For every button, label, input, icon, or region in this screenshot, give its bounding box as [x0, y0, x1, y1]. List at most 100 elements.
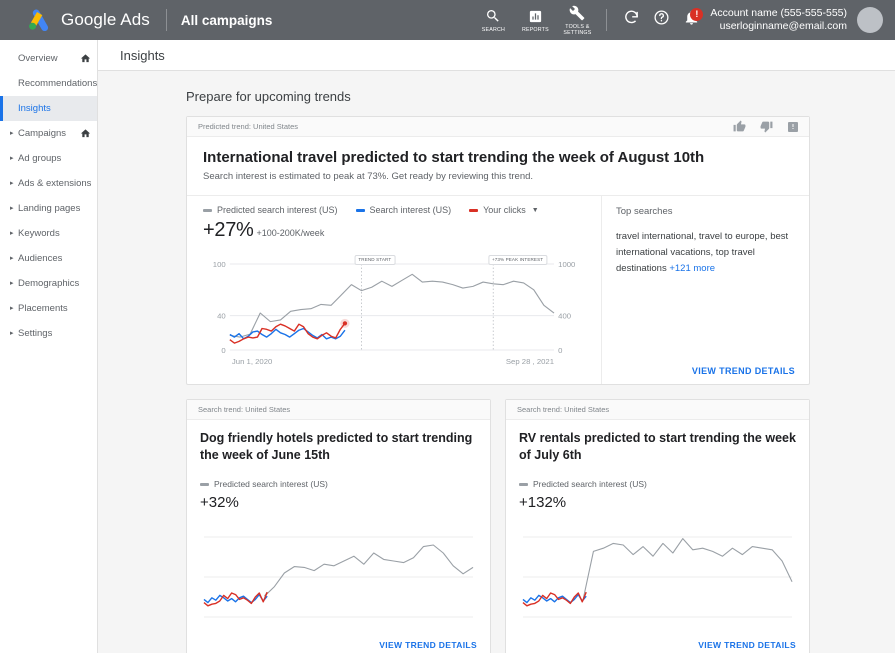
search-icon	[485, 8, 501, 25]
refresh-icon	[623, 9, 640, 31]
trend-headline: Dog friendly hotels predicted to start t…	[200, 430, 477, 464]
search-trend-card: Search trend: United StatesDog friendly …	[186, 399, 491, 653]
thumb-up-icon[interactable]	[733, 120, 746, 133]
sidebar-item-ad-groups[interactable]: ▸Ad groups	[0, 146, 97, 171]
refresh-button[interactable]	[616, 9, 646, 31]
view-trend-details-link[interactable]: VIEW TREND DETAILS	[519, 634, 796, 653]
view-trend-details-link[interactable]: VIEW TREND DETAILS	[616, 366, 795, 376]
metric-row: +27% +100-200K/week	[187, 215, 601, 242]
svg-text:1000: 1000	[558, 260, 575, 269]
reports-button[interactable]: REPORTS	[514, 8, 556, 33]
avatar[interactable]	[857, 7, 883, 33]
chart-annotation-label: TREND START	[354, 255, 395, 265]
search-button[interactable]: SEARCH	[472, 8, 514, 33]
expand-arrow-icon[interactable]: ▸	[10, 205, 18, 212]
sidebar-item-settings[interactable]: ▸Settings	[0, 321, 97, 346]
card-header-label: Predicted trend: United States	[198, 122, 298, 131]
body-wrapper: OverviewRecommendationsInsights▸Campaign…	[0, 40, 895, 653]
chart-legend: Predicted search interest (US)	[519, 479, 796, 489]
expand-arrow-icon[interactable]: ▸	[10, 305, 18, 312]
trend-headline-mid: predicted to start trending the	[337, 149, 559, 166]
home-icon[interactable]	[80, 128, 91, 139]
page-title: Insights	[120, 48, 165, 63]
brand-divider	[166, 9, 167, 31]
card-header: Search trend: United States	[506, 400, 809, 420]
trend-chart-svg	[519, 529, 796, 634]
sidebar-item-audiences[interactable]: ▸Audiences	[0, 246, 97, 271]
help-button[interactable]	[646, 9, 676, 31]
google-ads-logo-icon	[26, 9, 52, 31]
top-searches-panel: Top searches travel international, trave…	[601, 195, 809, 384]
view-trend-details-link[interactable]: VIEW TREND DETAILS	[200, 634, 477, 653]
sidebar-item-label: Audiences	[18, 253, 91, 264]
search-button-label: SEARCH	[482, 27, 505, 33]
metric-value: +32%	[200, 494, 477, 511]
legend-label-predicted: Predicted search interest (US)	[217, 205, 338, 215]
legend-label-search-interest: Search interest (US)	[370, 205, 452, 215]
svg-text:0: 0	[558, 346, 562, 355]
expand-arrow-icon[interactable]: ▸	[10, 180, 18, 187]
account-name: Account name (555-555-555)	[710, 7, 847, 20]
expand-arrow-icon[interactable]: ▸	[10, 230, 18, 237]
sidebar-item-label: Campaigns	[18, 128, 80, 139]
sidebar-item-label: Demographics	[18, 278, 91, 289]
account-email: userloginname@email.com	[710, 20, 847, 33]
sidebar-item-label: Ad groups	[18, 153, 91, 164]
svg-text:Jun 1, 2020: Jun 1, 2020	[232, 357, 272, 366]
sidebar-item-label: Settings	[18, 328, 91, 339]
brand-area[interactable]: Google Ads	[0, 9, 150, 31]
expand-arrow-icon[interactable]: ▸	[10, 280, 18, 287]
legend-item-your-clicks[interactable]: Your clicks ▼	[469, 205, 539, 215]
search-trend-card: Search trend: United StatesRV rentals pr…	[505, 399, 810, 653]
legend-swatch-search-interest	[356, 209, 365, 212]
expand-arrow-icon[interactable]: ▸	[10, 130, 18, 137]
sidebar-item-ads-extensions[interactable]: ▸Ads & extensions	[0, 171, 97, 196]
expand-arrow-icon[interactable]: ▸	[10, 330, 18, 337]
feedback-icons	[733, 120, 799, 133]
svg-text:100: 100	[213, 260, 226, 269]
tools-settings-button[interactable]: TOOLS & SETTINGS	[556, 5, 598, 36]
sidebar-item-keywords[interactable]: ▸Keywords	[0, 221, 97, 246]
thumb-down-icon[interactable]	[760, 120, 773, 133]
tools-settings-button-label: TOOLS & SETTINGS	[563, 24, 591, 36]
legend-item-predicted: Predicted search interest (US)	[203, 205, 338, 215]
predicted-trend-card: Predicted trend: United States	[186, 116, 810, 385]
top-searches-list: travel international, travel to europe, …	[616, 229, 795, 277]
top-searches-more-link[interactable]: +121 more	[669, 263, 715, 274]
chart-annotation-label: +73% PEAK INTEREST	[488, 255, 547, 265]
notifications-button[interactable]: !	[676, 9, 706, 31]
home-icon[interactable]	[80, 53, 91, 64]
main-content: Insights Prepare for upcoming trends Pre…	[98, 40, 895, 653]
legend-item-search-interest: Search interest (US)	[356, 205, 452, 215]
sidebar-item-label: Insights	[18, 103, 91, 114]
chevron-down-icon[interactable]: ▼	[532, 207, 539, 214]
trend-chart	[200, 529, 477, 634]
metric-value: +132%	[519, 494, 796, 511]
sidebar-item-landing-pages[interactable]: ▸Landing pages	[0, 196, 97, 221]
legend-label-predicted: Predicted search interest (US)	[533, 479, 647, 489]
sidebar-item-overview[interactable]: Overview	[0, 46, 97, 71]
expand-arrow-icon[interactable]: ▸	[10, 155, 18, 162]
account-info[interactable]: Account name (555-555-555) userloginname…	[710, 7, 847, 33]
tools-settings-icon	[569, 5, 585, 22]
expand-arrow-icon[interactable]: ▸	[10, 255, 18, 262]
legend-swatch-your-clicks	[469, 209, 478, 212]
trend-headline: International travel predicted to start …	[187, 148, 809, 167]
sidebar-item-campaigns[interactable]: ▸Campaigns	[0, 121, 97, 146]
sidebar-item-label: Placements	[18, 303, 91, 314]
metric-value: +27%	[203, 219, 254, 242]
trend-chart-svg: 00404001001000Jun 1, 2020Sep 28 , 2021	[203, 250, 585, 378]
card-body: International travel predicted to start …	[187, 137, 809, 384]
sidebar-item-placements[interactable]: ▸Placements	[0, 296, 97, 321]
feedback-flag-icon[interactable]	[787, 121, 799, 133]
svg-text:400: 400	[558, 312, 571, 321]
sidebar-item-insights[interactable]: Insights	[0, 96, 97, 121]
top-bar: Google Ads All campaigns SEARCH REPORTS …	[0, 0, 895, 40]
scope-label[interactable]: All campaigns	[181, 13, 273, 28]
chart-legend: Predicted search interest (US) Search in…	[187, 205, 601, 215]
notification-badge: !	[690, 8, 703, 21]
content-scroll-area: Prepare for upcoming trends Predicted tr…	[98, 71, 895, 653]
sidebar-item-demographics[interactable]: ▸Demographics	[0, 271, 97, 296]
sidebar-item-recommendations[interactable]: Recommendations	[0, 71, 97, 96]
top-bar-actions: SEARCH REPORTS TOOLS & SETTINGS	[472, 5, 895, 36]
